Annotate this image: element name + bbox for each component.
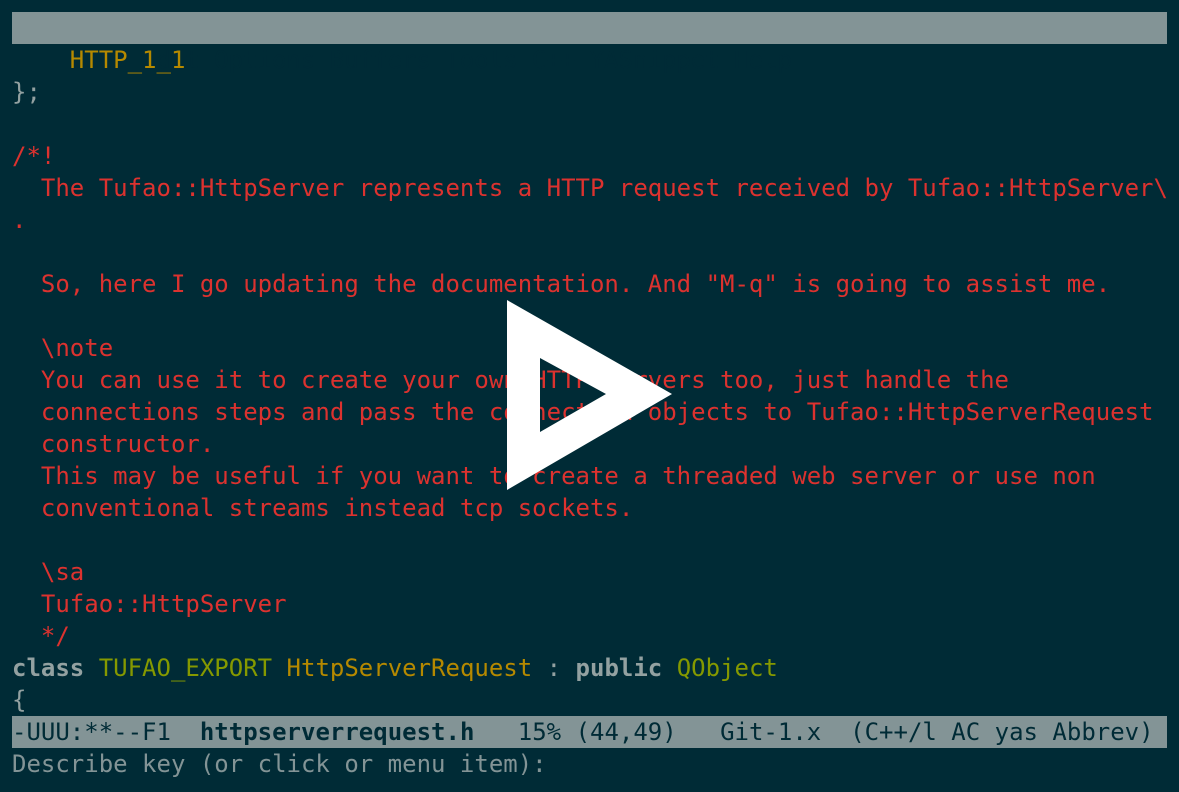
comment-line: conventional streams instead tcp sockets… bbox=[12, 494, 634, 522]
menu-yasnippet[interactable]: YASnippet bbox=[590, 46, 720, 74]
comment-line: \sa bbox=[12, 558, 85, 586]
class-keyword: class bbox=[12, 654, 85, 682]
class-declaration-line: class TUFAO_EXPORT HttpServerRequest : p… bbox=[12, 652, 1167, 684]
comment-line: Tufao::HttpServer bbox=[12, 590, 287, 618]
mode-line[interactable]: -UUU:**--F1 httpserverrequest.h 15% (44,… bbox=[12, 716, 1167, 748]
modeline-modes[interactable]: (C++/l AC yas Abbrev) bbox=[850, 718, 1153, 746]
code-line: { bbox=[12, 686, 27, 714]
menu-options[interactable]: Options bbox=[214, 46, 315, 74]
play-icon[interactable] bbox=[500, 296, 680, 496]
menu-tools[interactable]: Tools bbox=[445, 46, 517, 74]
export-macro: TUFAO_EXPORT bbox=[98, 654, 273, 682]
comment-line: */ bbox=[12, 622, 70, 650]
minibuffer[interactable]: Describe key (or click or menu item): bbox=[12, 748, 1167, 780]
modeline-position: 15% (44,49) bbox=[517, 718, 677, 746]
menu-bar: File Edit Options Buffers Tools C++ YASnippet H… bbox=[12, 12, 1167, 74]
menu-cpp[interactable]: C++ bbox=[532, 46, 575, 74]
comment-line: /*! bbox=[12, 142, 56, 170]
base-class: QObject bbox=[676, 654, 778, 682]
comment-line: . bbox=[12, 206, 27, 234]
class-name: HttpServerRequest bbox=[286, 654, 533, 682]
modeline-status: -UUU:**--F1 bbox=[12, 718, 171, 746]
menu-help[interactable]: Help bbox=[734, 46, 792, 74]
comment-line: The Tufao::HttpServer represents a HTTP … bbox=[12, 174, 1168, 202]
menu-buffers[interactable]: Buffers bbox=[330, 46, 431, 74]
modeline-vc[interactable]: Git-1.x bbox=[720, 718, 821, 746]
modeline-buffer-name[interactable]: httpserverrequest.h bbox=[200, 718, 475, 746]
public-keyword: public bbox=[575, 654, 663, 682]
inheritance-colon: : bbox=[546, 654, 562, 682]
code-line: }; bbox=[12, 78, 41, 106]
